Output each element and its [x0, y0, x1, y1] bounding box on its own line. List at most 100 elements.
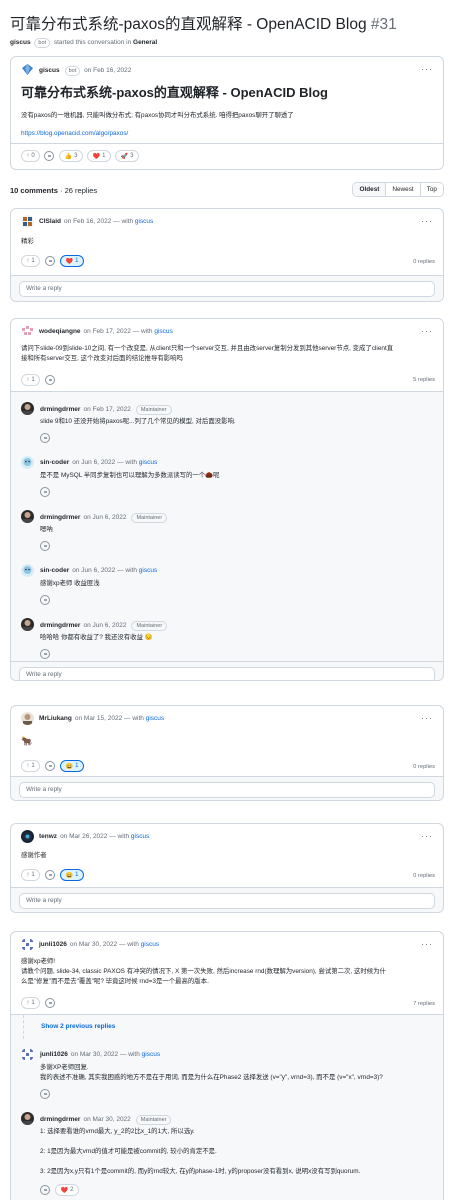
- upvote-button[interactable]: ↑ 1: [21, 869, 40, 881]
- post-author[interactable]: giscus: [39, 67, 60, 74]
- reaction-thumbsup[interactable]: 👍 3: [59, 150, 83, 162]
- reply-date[interactable]: on Jun 6, 2022: [83, 622, 126, 629]
- comment-thread: CISlaid on Feb 16, 2022 — with giscus ···…: [10, 208, 444, 302]
- add-reaction-icon[interactable]: [40, 487, 50, 497]
- avatar[interactable]: [21, 830, 34, 843]
- reply-input[interactable]: Write a reply: [19, 893, 435, 909]
- reply-text-line: 2: 1是因为最大vrnd的值才可能是被commit的, 较小的肯定不是.: [40, 1148, 217, 1155]
- giscus-link[interactable]: giscus: [139, 459, 157, 466]
- add-reaction-icon[interactable]: [40, 1089, 50, 1099]
- comment-date[interactable]: on Feb 17, 2022 — with: [84, 328, 153, 335]
- reply-author[interactable]: drmingdrmer: [40, 1116, 80, 1123]
- comment-more-icon[interactable]: ···: [421, 714, 433, 723]
- replies-section: drmingdrmer on Feb 17, 2022 Maintainer sli…: [11, 391, 443, 661]
- comment-author[interactable]: junli1026: [39, 941, 67, 948]
- reply-date[interactable]: on Mar 30, 2022: [83, 1116, 130, 1123]
- avatar[interactable]: [21, 618, 34, 631]
- reply-author[interactable]: sin-coder: [40, 459, 69, 466]
- giscus-link[interactable]: giscus: [141, 941, 159, 948]
- avatar[interactable]: [21, 564, 34, 577]
- avatar[interactable]: [21, 712, 34, 725]
- upvote-button[interactable]: ↑ 0: [21, 150, 40, 162]
- comment-more-icon[interactable]: ···: [421, 327, 433, 336]
- reaction-smile[interactable]: 😄 1: [60, 760, 84, 772]
- comment-author[interactable]: tenwz: [39, 833, 57, 840]
- comment-more-icon[interactable]: ···: [421, 832, 433, 841]
- sort-oldest[interactable]: Oldest: [353, 183, 386, 196]
- reply-input[interactable]: Write a reply: [19, 782, 435, 798]
- add-reaction-icon[interactable]: [40, 541, 50, 551]
- post-date[interactable]: on Feb 16, 2022: [84, 67, 131, 74]
- upvote-button[interactable]: ↑ 1: [21, 374, 40, 386]
- post-more-icon[interactable]: ···: [421, 65, 433, 74]
- avatar[interactable]: [21, 1048, 34, 1061]
- reply-date[interactable]: on Feb 17, 2022: [83, 406, 130, 413]
- reply-text-line: 我的表述不准确, 其实我困惑的地方不是在于用词, 而是为什么在Phase2 选择…: [40, 1074, 383, 1081]
- show-previous-replies[interactable]: Show 2 previous replies: [41, 1023, 115, 1030]
- add-reaction-icon[interactable]: [45, 761, 55, 771]
- giscus-link[interactable]: giscus: [131, 833, 149, 840]
- avatar[interactable]: [21, 402, 34, 415]
- giscus-link[interactable]: giscus: [135, 218, 153, 225]
- giscus-link[interactable]: giscus: [154, 328, 172, 335]
- comment-thread: wodeqiangne on Feb 17, 2022 — with giscus…: [10, 318, 444, 681]
- reaction-heart[interactable]: ❤️ 1: [87, 150, 111, 162]
- comment-author[interactable]: MrLiukang: [39, 715, 72, 722]
- discussion-page: 可靠分布式系统-paxos的直观解释 - OpenACID Blog #31 g…: [0, 0, 452, 1200]
- add-reaction-icon[interactable]: [45, 256, 55, 266]
- reply-date[interactable]: on Jun 6, 2022 — with: [72, 567, 137, 574]
- avatar[interactable]: [21, 325, 34, 338]
- reaction-heart[interactable]: ❤️ 2: [55, 1184, 79, 1196]
- reply-author[interactable]: drmingdrmer: [40, 406, 80, 413]
- comment-date[interactable]: on Mar 30, 2022 — with: [70, 941, 139, 948]
- add-reaction-icon[interactable]: [40, 595, 50, 605]
- reply-date[interactable]: on Jun 6, 2022 — with: [72, 459, 137, 466]
- add-reaction-icon[interactable]: [45, 998, 55, 1008]
- reply-author[interactable]: drmingdrmer: [40, 622, 80, 629]
- reply-input[interactable]: Write a reply: [19, 667, 435, 680]
- add-reaction-icon[interactable]: [45, 870, 55, 880]
- comment-more-icon[interactable]: ···: [421, 217, 433, 226]
- replies-count: 0 replies: [413, 873, 435, 879]
- giscus-link[interactable]: giscus: [142, 1051, 160, 1058]
- reply-input[interactable]: Write a reply: [19, 281, 435, 297]
- reaction-rocket[interactable]: 🚀 3: [115, 150, 139, 162]
- add-reaction-icon[interactable]: [40, 1185, 50, 1195]
- giscus-link[interactable]: giscus: [139, 567, 157, 574]
- reply-date[interactable]: on Mar 30, 2022 — with: [71, 1051, 140, 1058]
- upvote-button[interactable]: ↑ 1: [21, 997, 40, 1009]
- upvote-button[interactable]: ↑ 1: [21, 760, 40, 772]
- reply-meta: drmingdrmer on Jun 6, 2022 Maintainer: [40, 513, 168, 523]
- comment-more-icon[interactable]: ···: [421, 940, 433, 949]
- avatar[interactable]: [21, 1112, 34, 1125]
- sort-top[interactable]: Top: [419, 183, 443, 196]
- reply-author[interactable]: junli1026: [40, 1051, 68, 1058]
- avatar[interactable]: [21, 456, 34, 469]
- comment-date[interactable]: on Mar 15, 2022 — with: [75, 715, 144, 722]
- add-reaction-icon[interactable]: [40, 649, 50, 659]
- giscus-link[interactable]: giscus: [146, 715, 164, 722]
- comment-date[interactable]: on Feb 16, 2022 — with: [64, 218, 133, 225]
- avatar[interactable]: [21, 215, 34, 228]
- reply-date[interactable]: on Jun 6, 2022: [83, 514, 126, 521]
- post-link[interactable]: https://blog.openacid.com/algo/paxos/: [21, 129, 128, 139]
- comment-date[interactable]: on Mar 26, 2022 — with: [60, 833, 129, 840]
- upvote-button[interactable]: ↑ 1: [21, 255, 40, 267]
- sort-newest[interactable]: Newest: [385, 183, 420, 196]
- comment-author[interactable]: CISlaid: [39, 218, 61, 225]
- add-reaction-icon[interactable]: [40, 433, 50, 443]
- comments-count: 10 comments · 26 replies: [10, 186, 98, 195]
- add-reaction-icon[interactable]: [45, 375, 55, 385]
- category-link[interactable]: General: [133, 39, 157, 46]
- reaction-smile[interactable]: 😄 1: [60, 869, 84, 881]
- avatar[interactable]: [21, 510, 34, 523]
- reply-meta: sin-coder on Jun 6, 2022 — with giscus: [40, 567, 157, 574]
- reply-author[interactable]: sin-coder: [40, 567, 69, 574]
- add-reaction-icon[interactable]: [44, 151, 54, 161]
- starter-author[interactable]: giscus: [10, 39, 31, 46]
- reply-bar: Write a reply: [11, 661, 443, 680]
- avatar[interactable]: [21, 938, 34, 951]
- comment-author[interactable]: wodeqiangne: [39, 328, 81, 335]
- reaction-heart[interactable]: ❤️ 1: [60, 255, 84, 267]
- reply-author[interactable]: drmingdrmer: [40, 514, 80, 521]
